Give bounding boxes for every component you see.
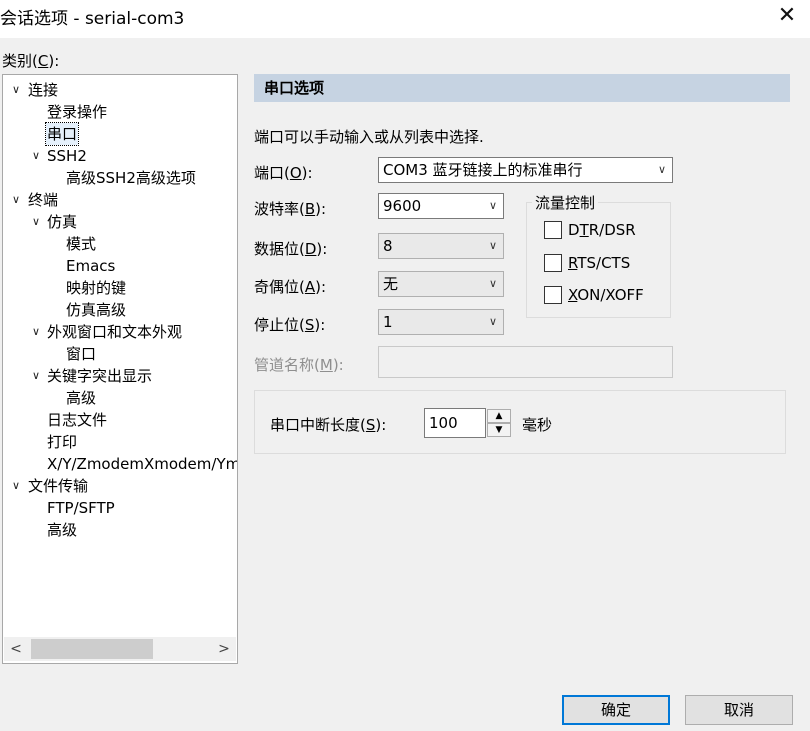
tree-item-emulation-advanced[interactable]: 仿真高级 bbox=[66, 299, 126, 321]
port-description: 端口可以手动输入或从列表中选择. bbox=[254, 128, 484, 146]
tree-item-emulation[interactable]: 仿真 bbox=[47, 211, 77, 233]
scrollbar-thumb[interactable] bbox=[31, 639, 153, 659]
tree-horizontal-scrollbar[interactable]: < > bbox=[4, 637, 236, 661]
tree-item-file-transfer[interactable]: 文件传输 bbox=[28, 475, 88, 497]
parity-select[interactable]: 无 ∨ bbox=[378, 271, 504, 297]
stop-bits-value: 1 bbox=[383, 313, 393, 331]
baud-select[interactable]: 9600 ∨ bbox=[378, 193, 504, 219]
spin-up-icon[interactable]: ▲ bbox=[487, 409, 511, 423]
chevron-down-icon[interactable]: ∨ bbox=[29, 145, 43, 167]
chevron-down-icon[interactable]: ∨ bbox=[9, 79, 23, 101]
tree-item-emacs[interactable]: Emacs bbox=[66, 255, 115, 277]
tree-item-connection[interactable]: 连接 bbox=[28, 79, 58, 101]
pipe-name-label: 管道名称(M): bbox=[254, 356, 344, 374]
section-header: 串口选项 bbox=[254, 74, 790, 102]
chevron-down-icon: ∨ bbox=[488, 315, 497, 328]
rts-cts-checkbox[interactable] bbox=[544, 254, 562, 272]
chevron-down-icon: ∨ bbox=[488, 277, 497, 290]
data-bits-label: 数据位(D): bbox=[254, 240, 328, 258]
port-select[interactable]: COM3 蓝牙链接上的标准串行 ∨ bbox=[378, 157, 673, 183]
baud-value: 9600 bbox=[383, 197, 422, 215]
window-title: 会话选项 - serial-com3 bbox=[0, 9, 185, 29]
category-label: 类别(C): bbox=[2, 52, 60, 70]
tree-item-log-file[interactable]: 日志文件 bbox=[47, 409, 107, 431]
tree-item-ssh2[interactable]: SSH2 bbox=[47, 145, 87, 167]
tree-item-window[interactable]: 窗口 bbox=[66, 343, 96, 365]
tree-item-mapped-keys[interactable]: 映射的键 bbox=[66, 277, 126, 299]
tree-item-keyword-highlight[interactable]: 关键字突出显示 bbox=[47, 365, 152, 387]
close-icon[interactable]: ✕ bbox=[772, 2, 802, 30]
chevron-down-icon[interactable]: ∨ bbox=[9, 189, 23, 211]
tree-item-ssh2-advanced[interactable]: 高级SSH2高级选项 bbox=[66, 167, 196, 189]
flow-control-title: 流量控制 bbox=[532, 192, 599, 213]
chevron-down-icon: ∨ bbox=[488, 239, 497, 252]
parity-value: 无 bbox=[383, 275, 399, 293]
tree-item-ftp-sftp[interactable]: FTP/SFTP bbox=[47, 497, 115, 519]
baud-label: 波特率(B): bbox=[254, 200, 327, 218]
xon-xoff-label[interactable]: XON/XOFF bbox=[568, 286, 644, 304]
chevron-down-icon[interactable]: ∨ bbox=[9, 475, 23, 497]
port-label: 端口(O): bbox=[254, 164, 313, 182]
parity-label: 奇偶位(A): bbox=[254, 278, 327, 296]
tree-item-login-actions[interactable]: 登录操作 bbox=[47, 101, 107, 123]
break-length-unit: 毫秒 bbox=[522, 416, 553, 434]
chevron-down-icon: ∨ bbox=[657, 163, 666, 176]
tree-item-modes[interactable]: 模式 bbox=[66, 233, 96, 255]
cancel-button[interactable]: 取消 bbox=[685, 695, 793, 725]
ok-button[interactable]: 确定 bbox=[562, 695, 670, 725]
data-bits-value: 8 bbox=[383, 237, 393, 255]
dtr-dsr-label[interactable]: DTR/DSR bbox=[568, 221, 636, 239]
break-length-label: 串口中断长度(S): bbox=[270, 416, 387, 434]
tree-item-serial[interactable]: 串口 bbox=[44, 122, 80, 146]
tree-item-keyword-advanced[interactable]: 高级 bbox=[66, 387, 96, 409]
dtr-dsr-checkbox[interactable] bbox=[544, 221, 562, 239]
data-bits-select[interactable]: 8 ∨ bbox=[378, 233, 504, 259]
break-length-input[interactable]: 100 bbox=[424, 408, 486, 438]
tree-item-appearance[interactable]: 外观窗口和文本外观 bbox=[47, 321, 182, 343]
rts-cts-label[interactable]: RTS/CTS bbox=[568, 254, 630, 272]
chevron-down-icon[interactable]: ∨ bbox=[29, 365, 43, 387]
port-value: COM3 蓝牙链接上的标准串行 bbox=[383, 161, 583, 179]
spin-down-icon[interactable]: ▼ bbox=[487, 423, 511, 437]
chevron-down-icon[interactable]: ∨ bbox=[29, 321, 43, 343]
tree-item-terminal[interactable]: 终端 bbox=[28, 189, 58, 211]
stop-bits-select[interactable]: 1 ∨ bbox=[378, 309, 504, 335]
tree-item-printing[interactable]: 打印 bbox=[47, 431, 77, 453]
scroll-left-icon[interactable]: < bbox=[7, 637, 25, 661]
tree-item-transfer-advanced[interactable]: 高级 bbox=[47, 519, 77, 541]
scroll-right-icon[interactable]: > bbox=[215, 637, 233, 661]
pipe-name-input bbox=[378, 346, 673, 378]
chevron-down-icon[interactable]: ∨ bbox=[29, 211, 43, 233]
stop-bits-label: 停止位(S): bbox=[254, 316, 326, 334]
xon-xoff-checkbox[interactable] bbox=[544, 286, 562, 304]
tree-item-xyzmodem[interactable]: X/Y/ZmodemXmodem/Ymodem bbox=[47, 453, 237, 475]
category-tree[interactable]: ∨ 连接 登录操作 串口 ∨ SSH2 高级SSH2高级选项 ∨ 终端 ∨ 仿真… bbox=[2, 74, 238, 664]
chevron-down-icon: ∨ bbox=[488, 199, 497, 212]
